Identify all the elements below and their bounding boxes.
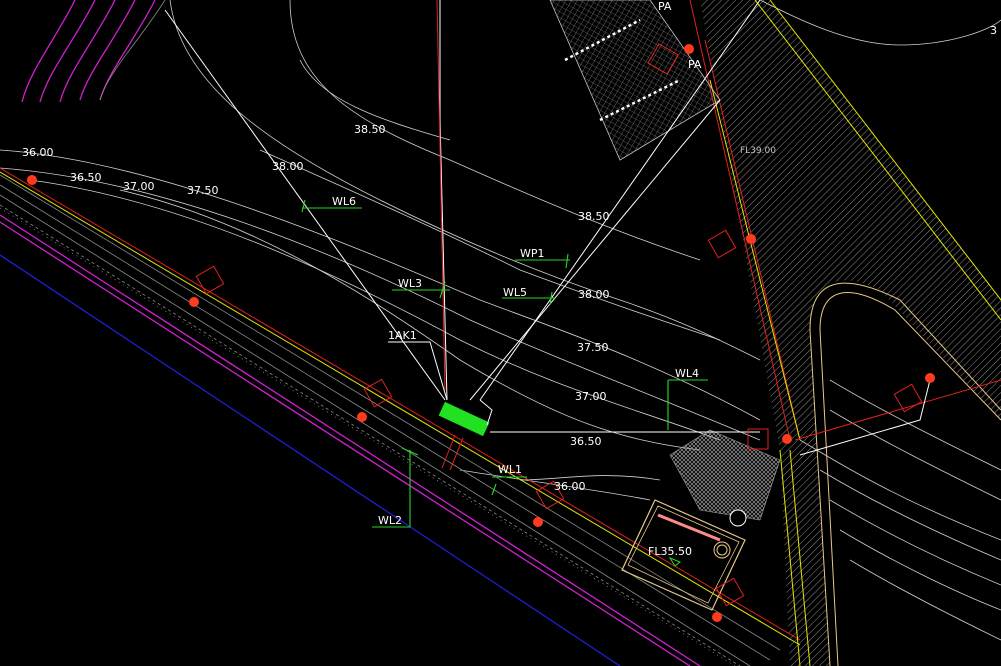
parking-label-2: PA: [688, 58, 702, 71]
lamp-post[interactable]: [712, 612, 722, 622]
tag-wl4[interactable]: WL4: [675, 367, 699, 380]
tag-wl1[interactable]: WL1: [498, 463, 522, 476]
tag-wl6[interactable]: WL6: [332, 195, 356, 208]
contour-label-38-50-right: 38.50: [578, 210, 610, 223]
tag-wl2[interactable]: WL2: [378, 514, 402, 527]
tag-wp1[interactable]: WP1: [520, 247, 545, 260]
contour-label-38-50-top: 38.50: [354, 123, 386, 136]
contour-label-38-00-right: 38.00: [578, 288, 610, 301]
cad-viewport[interactable]: 36.00 36.50 37.00 37.50 38.00 38.50 38.5…: [0, 0, 1001, 666]
contour-labels: 36.00 36.50 37.00 37.50 38.00 38.50 38.5…: [22, 123, 610, 493]
tag-wl5[interactable]: WL5: [503, 286, 527, 299]
lamp-post[interactable]: [357, 412, 367, 422]
contour-label-37-00-left: 37.00: [123, 180, 155, 193]
hatched-roadway-right: [689, 0, 1001, 666]
contour-label-38-00-left: 38.00: [272, 160, 304, 173]
road-band: [0, 167, 801, 666]
lamp-post[interactable]: [27, 175, 37, 185]
contour-label-37-50-left: 37.50: [187, 184, 219, 197]
parking-area-top: [549, 0, 721, 161]
lamp-post[interactable]: [746, 234, 756, 244]
cad-drawing-canvas[interactable]: 36.00 36.50 37.00 37.50 38.00 38.50 38.5…: [0, 0, 1001, 666]
parking-label-1: PA: [658, 0, 672, 13]
floor-level-label-top: FL39.00: [740, 146, 776, 156]
contour-label-36-50-right: 36.50: [570, 435, 602, 448]
floor-level-label-bottom: FL35.50: [648, 545, 692, 558]
lamp-post[interactable]: [684, 44, 694, 54]
contour-label-37-50-right: 37.50: [577, 341, 609, 354]
lamp-post[interactable]: [533, 517, 543, 527]
contour-label-37-00-right: 37.00: [575, 390, 607, 403]
lamp-post[interactable]: [925, 373, 935, 383]
magenta-curves-top-left: [21, 0, 166, 103]
tag-1ak1[interactable]: 1AK1: [388, 329, 417, 342]
control-cabinet-1ak1[interactable]: [438, 399, 493, 471]
lamp-post[interactable]: [189, 297, 199, 307]
contour-label-36-00-left: 36.00: [22, 146, 54, 159]
corner-contour-label: 3: [990, 24, 997, 37]
hatched-pad-bottom: [669, 429, 781, 527]
lamp-post[interactable]: [782, 434, 792, 444]
contour-label-36-50-left: 36.50: [70, 171, 102, 184]
contour-label-36-00-right: 36.00: [554, 480, 586, 493]
tag-wl3[interactable]: WL3: [398, 277, 422, 290]
